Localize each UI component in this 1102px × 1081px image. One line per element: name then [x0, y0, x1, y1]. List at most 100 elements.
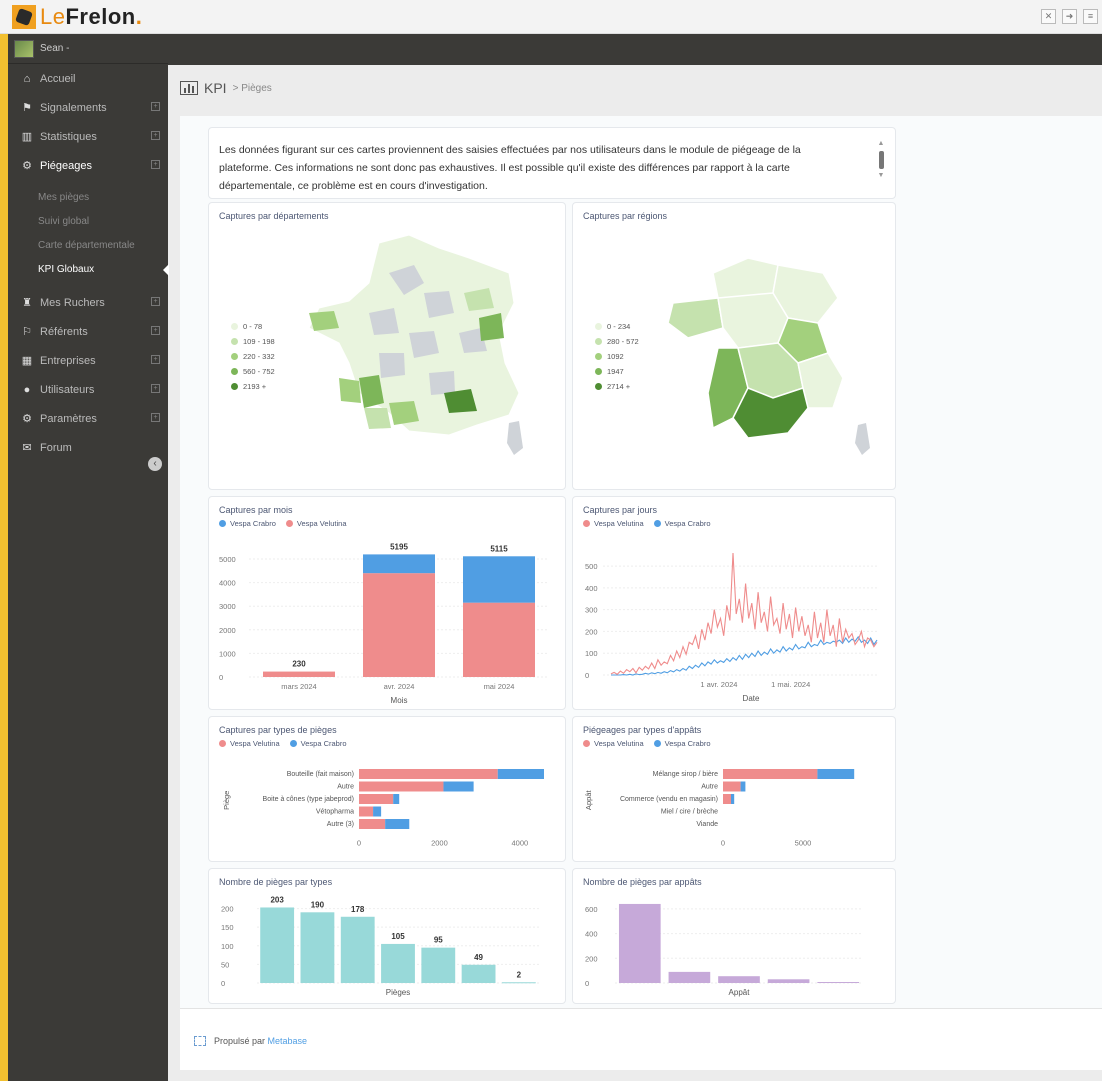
sidebar-subitem[interactable]: Mes pièges	[8, 186, 168, 210]
expand-icon[interactable]: ✕	[1041, 9, 1056, 24]
sidebar-item-piegeages[interactable]: ⚙ Piégeages +	[8, 151, 168, 180]
bar[interactable]	[718, 976, 760, 983]
sidebar-item-label: Signalements	[40, 101, 107, 114]
user-icon: ●	[23, 383, 31, 396]
bar-segment[interactable]	[443, 781, 474, 792]
collapse-sidebar-icon[interactable]: ‹	[148, 457, 162, 471]
expand-icon[interactable]: +	[151, 160, 160, 169]
y-axis-label: Appât	[584, 790, 593, 811]
bar-segment[interactable]	[363, 554, 435, 574]
expand-icon[interactable]: +	[151, 355, 160, 364]
bar[interactable]	[668, 971, 711, 983]
x-axis-label: Date	[743, 694, 760, 703]
trap-types-bar-chart[interactable]: Bouteille (fait maison) Autre Boite à cône…	[209, 717, 567, 863]
flag-icon: ⚑	[22, 102, 32, 114]
bar-segment[interactable]	[723, 781, 741, 792]
app-logo[interactable]: LeFrelon.	[12, 4, 142, 30]
sidebar-item-accueil[interactable]: ⌂ Accueil	[8, 64, 168, 93]
bar[interactable]	[461, 964, 496, 983]
sidebar-item-utilisateurs[interactable]: ● Utilisateurs +	[8, 375, 168, 404]
y-tick-label: 200	[221, 905, 234, 914]
card-nb-pieges-types: Nombre de pièges par types 0 50 100 150 200 2…	[208, 868, 566, 1004]
traps-by-type-bar-chart[interactable]: 0 50 100 150 200 203 190 178 105 95 49 2 Pièges	[209, 869, 567, 1005]
bar-segment[interactable]	[359, 769, 498, 779]
category-label: Viande	[696, 821, 718, 828]
logo-text-le: Le	[40, 4, 66, 29]
bar-segment[interactable]	[263, 671, 335, 677]
sidebar-item-signalements[interactable]: ⚑ Signalements +	[8, 93, 168, 122]
bar-segment[interactable]	[463, 556, 535, 603]
france-regions-map[interactable]	[573, 203, 897, 491]
bar-segment[interactable]	[385, 819, 410, 829]
expand-icon[interactable]: +	[151, 102, 160, 111]
bar-segment[interactable]	[359, 794, 394, 804]
department-shape	[479, 313, 504, 341]
france-departments-map[interactable]	[209, 203, 567, 491]
bar-segment[interactable]	[363, 573, 435, 677]
bar[interactable]	[381, 943, 415, 983]
bar[interactable]	[340, 916, 375, 983]
x-tick-label: mars 2024	[281, 682, 316, 691]
scroll-down-icon[interactable]: ▼	[877, 172, 885, 180]
card-regions: Captures par régions 0 - 234 280 - 572 109…	[572, 202, 896, 490]
sidebar-item-referents[interactable]: ⚐ Référents +	[8, 317, 168, 346]
data-label: 5115	[490, 544, 508, 553]
expand-icon[interactable]: +	[151, 131, 160, 140]
expand-icon[interactable]: +	[151, 413, 160, 422]
bar-segment[interactable]	[359, 806, 374, 817]
expand-icon[interactable]: +	[151, 326, 160, 335]
daily-line-chart[interactable]: 0 100 200 300 400 500 1 avr. 2024 1 mai. 2024 Da…	[573, 497, 897, 711]
monthly-bar-chart[interactable]: 0 1000 2000 3000 4000 5000 230 mars 2024 5195 avr…	[209, 497, 567, 711]
user-menu[interactable]: Sean -	[8, 34, 168, 64]
sidebar-item-mes-ruchers[interactable]: ♜ Mes Ruchers +	[8, 288, 168, 317]
bar-segment[interactable]	[359, 819, 386, 829]
bar-segment[interactable]	[463, 602, 535, 677]
region-shape	[717, 292, 789, 349]
scroll-up-icon[interactable]: ▲	[877, 140, 885, 148]
x-tick-label: 5000	[795, 839, 812, 848]
sidebar-item-label: Paramètres	[40, 412, 97, 425]
card-captures-jours: Captures par jours Vespa Velutina Vespa …	[572, 496, 896, 710]
bar[interactable]	[501, 982, 536, 984]
sidebar-item-forum[interactable]: ✉ Forum	[8, 433, 168, 462]
bar[interactable]	[817, 982, 860, 984]
share-icon[interactable]: ➜	[1062, 9, 1077, 24]
bar-segment[interactable]	[740, 781, 746, 792]
logo-text-dot: .	[135, 4, 143, 29]
category-label: Commerce (vendu en magasin)	[620, 796, 718, 803]
bar[interactable]	[260, 907, 295, 983]
menu-icon[interactable]: ≡	[1083, 9, 1098, 24]
sidebar-subitem[interactable]: Carte départementale	[8, 234, 168, 258]
sidebar-subitem[interactable]: KPI Globaux	[8, 258, 169, 282]
x-axis-label: Appât	[729, 988, 751, 997]
sidebar-item-statistiques[interactable]: ▥ Statistiques +	[8, 122, 168, 151]
bar-segment[interactable]	[723, 794, 731, 804]
bar[interactable]	[767, 979, 810, 983]
bar-segment[interactable]	[731, 794, 735, 804]
chart-icon: ▥	[21, 131, 33, 143]
sidebar-subitem[interactable]: Suivi global	[8, 210, 168, 234]
sidebar-item-parametres[interactable]: ⚙ Paramètres +	[8, 404, 168, 433]
scroll-thumb[interactable]	[878, 151, 884, 169]
bar-segment[interactable]	[359, 781, 444, 792]
bait-types-bar-chart[interactable]: Mélange sirop / bière Autre Commerce (vend…	[573, 717, 897, 863]
expand-icon[interactable]: +	[151, 297, 160, 306]
y-axis-label: Piège	[222, 791, 231, 810]
expand-icon[interactable]: +	[151, 384, 160, 393]
intro-scrollbar[interactable]: ▲ ▼	[877, 140, 885, 182]
bar-segment[interactable]	[723, 769, 818, 779]
card-nb-pieges-appats: Nombre de pièges par appâts 0 200 400 600 Ap…	[572, 868, 896, 1004]
sidebar-item-entreprises[interactable]: ▦ Entreprises +	[8, 346, 168, 375]
bar[interactable]	[618, 903, 661, 983]
metabase-link[interactable]: Metabase	[268, 1036, 308, 1046]
category-label: Autre (3)	[327, 821, 354, 828]
bar[interactable]	[421, 947, 456, 983]
bar-segment[interactable]	[373, 806, 382, 817]
traps-by-bait-bar-chart[interactable]: 0 200 400 600 Appât	[573, 869, 897, 1005]
bar-segment[interactable]	[497, 769, 544, 779]
bar-segment[interactable]	[393, 794, 400, 804]
bar-segment[interactable]	[817, 769, 855, 779]
bar[interactable]	[300, 912, 335, 983]
y-tick-label: 200	[585, 954, 598, 963]
sidebar-item-label: Piégeages	[40, 159, 92, 172]
